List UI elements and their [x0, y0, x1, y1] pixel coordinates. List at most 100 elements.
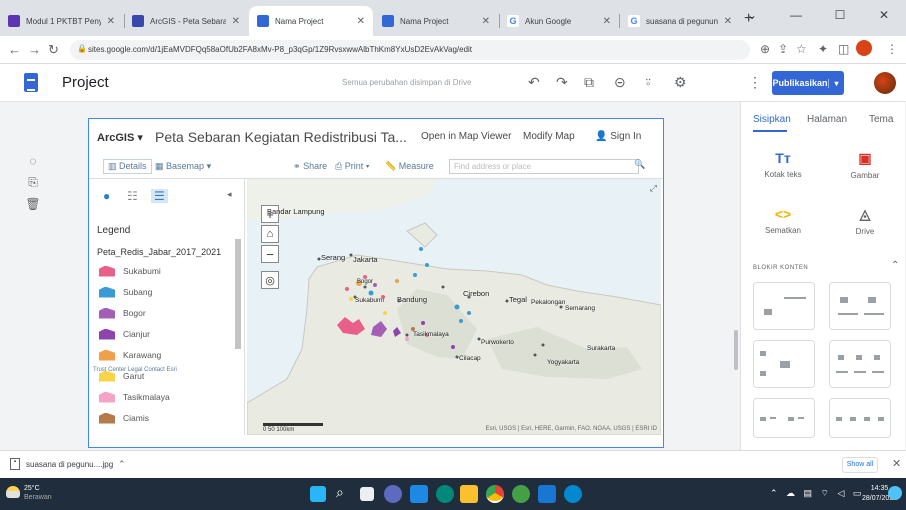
publish-dropdown-icon[interactable]: ▾	[828, 78, 844, 88]
maximize-icon[interactable]: ☐	[818, 0, 862, 30]
widgets-icon[interactable]	[410, 485, 428, 503]
browser-tab[interactable]: Gsuasana di pegunung ✕	[620, 6, 740, 36]
browser-menu-icon[interactable]: ⋮	[886, 42, 898, 56]
telegram-icon[interactable]	[564, 485, 582, 503]
side-panel-icon[interactable]: ◫	[838, 42, 849, 56]
chevron-down-icon[interactable]: ⌄	[730, 0, 774, 30]
close-tab-icon[interactable]: ✕	[482, 16, 490, 27]
insert-drive[interactable]: ◬ Drive	[833, 200, 897, 246]
insert-embed[interactable]: <> Sematkan	[751, 200, 815, 246]
home-button[interactable]: ⌂	[261, 225, 279, 243]
layout-block[interactable]	[753, 340, 815, 388]
search-icon[interactable]: ⌕	[336, 484, 354, 502]
task-view-icon[interactable]	[360, 487, 374, 501]
show-all-button[interactable]: Show all	[842, 457, 878, 473]
preview-icon[interactable]: ⧉	[584, 74, 594, 91]
chevron-up-icon[interactable]: ⌃	[118, 459, 126, 470]
whatsapp-icon[interactable]	[512, 485, 530, 503]
chevron-up-icon[interactable]: ⌃	[891, 260, 899, 271]
footer-links[interactable]: Trust Center Legal Contact Esri	[93, 367, 177, 373]
tab-halaman[interactable]: Halaman	[807, 114, 847, 125]
details-button[interactable]: ▥ Details	[103, 159, 152, 174]
layout-block[interactable]	[829, 340, 891, 388]
minimize-icon[interactable]: —	[774, 0, 818, 30]
measure-button[interactable]: 📏 Measure	[385, 161, 434, 172]
undo-icon[interactable]: ↶	[528, 74, 540, 91]
close-icon[interactable]: ✕	[862, 0, 906, 30]
close-tab-icon[interactable]: ✕	[603, 16, 611, 27]
browser-tab-active[interactable]: Nama Project ✕	[249, 6, 373, 36]
tab-tema[interactable]: Tema	[869, 114, 893, 125]
browser-tab[interactable]: Modul 1 PKTBT Peny ✕	[0, 6, 123, 36]
bookmark-star-icon[interactable]: ☆	[796, 42, 807, 56]
share-icon: ⚭	[293, 161, 301, 171]
more-options-icon[interactable]: ⋮	[748, 74, 762, 91]
notification-icon[interactable]	[888, 486, 902, 500]
user-avatar[interactable]	[874, 72, 896, 94]
forward-icon[interactable]: →	[28, 42, 41, 57]
browser-tab[interactable]: ArcGIS - Peta Sebaran ✕	[124, 6, 248, 36]
close-tab-icon[interactable]: ✕	[232, 16, 240, 27]
close-tab-icon[interactable]: ✕	[107, 16, 115, 27]
fullscreen-icon[interactable]: ⤢	[650, 183, 657, 194]
delete-icon[interactable]: 🗑	[25, 197, 40, 211]
collapse-panel-icon[interactable]: ◂	[227, 189, 232, 200]
palette-icon[interactable]: ◌	[29, 154, 36, 168]
chrome-icon[interactable]	[486, 485, 504, 503]
share-icon[interactable]: ⇪	[778, 42, 788, 56]
share-button[interactable]: ⚭ Share	[293, 161, 327, 172]
map-place-label: Yogyakarta	[547, 359, 580, 366]
tab-sisipkan[interactable]: Sisipkan	[753, 114, 791, 125]
windows-start-icon[interactable]	[310, 486, 326, 502]
reload-icon[interactable]: ↻	[48, 42, 59, 58]
insert-image[interactable]: ▣ Gambar	[833, 144, 897, 190]
insert-text-box[interactable]: Tт Kotak teks	[751, 144, 815, 190]
teams-icon[interactable]	[384, 485, 402, 503]
layout-block[interactable]	[829, 282, 891, 330]
close-icon[interactable]: ✕	[892, 457, 901, 470]
arcgis-logo[interactable]: ArcGIS ▾	[97, 131, 143, 144]
sign-in-link[interactable]: 👤 Sign In	[595, 131, 641, 142]
legend-tab-icon[interactable]: ☰	[151, 189, 168, 203]
redo-icon[interactable]: ↷	[556, 74, 568, 91]
back-icon[interactable]: ←	[8, 42, 21, 57]
file-explorer-icon[interactable]	[460, 485, 478, 503]
browser-tab[interactable]: G Akun Google ✕	[499, 6, 619, 36]
publish-button[interactable]: Publikasikan ▾	[772, 71, 844, 95]
layout-block[interactable]	[753, 282, 815, 330]
install-icon[interactable]: ⊕	[760, 42, 770, 56]
link-icon[interactable]: ⊝	[614, 74, 626, 91]
browser-tab[interactable]: Nama Project ✕	[374, 6, 498, 36]
open-in-map-viewer-link[interactable]: Open in Map Viewer	[421, 131, 511, 142]
content-icon[interactable]: ☷	[127, 189, 138, 203]
about-icon[interactable]: ●	[103, 189, 110, 203]
url-input[interactable]: 🔒 sites.google.com/d/1jEaMVDFQq58aOfUb2FA…	[70, 40, 750, 60]
map-basemap	[247, 179, 661, 435]
canvas-scrollbar[interactable]	[734, 330, 738, 370]
zoom-out-button[interactable]: −	[261, 245, 279, 263]
weather-widget[interactable]: 25°C Berawan	[24, 484, 52, 502]
downloaded-file[interactable]: suasana di pegunu....jpg	[26, 460, 113, 469]
basemap-button[interactable]: ▦ Basemap ▾	[155, 161, 211, 172]
map-place-label: Bandung	[397, 295, 428, 304]
arcgis-map-embed[interactable]: ArcGIS ▾ Peta Sebaran Kegiatan Redistrib…	[88, 118, 664, 448]
find-address-input[interactable]: Find address or place	[449, 159, 639, 174]
settings-gear-icon[interactable]: ⚙	[674, 74, 687, 91]
layout-block[interactable]	[753, 398, 815, 438]
copy-icon[interactable]: ⎘	[28, 175, 38, 190]
search-icon[interactable]: 🔍	[634, 159, 645, 170]
system-tray[interactable]: ⌃ ☁ ▤ ⌔ ◁ ▭	[770, 488, 864, 499]
map-view[interactable]: + ⌂ − ◎ Bandar Lampung Serang Jakarta Bo…	[247, 179, 661, 435]
print-button[interactable]: ⎙ Print ▾	[335, 161, 370, 172]
legend-scrollbar[interactable]	[235, 239, 241, 349]
close-tab-icon[interactable]: ✕	[357, 16, 365, 27]
share-with-others-icon[interactable]: ⍤	[644, 74, 652, 91]
modify-map-link[interactable]: Modify Map	[523, 131, 575, 142]
layout-block[interactable]	[829, 398, 891, 438]
store-icon[interactable]	[538, 485, 556, 503]
locate-button[interactable]: ◎	[261, 271, 279, 289]
edge-icon[interactable]	[436, 485, 454, 503]
page-title[interactable]: Project	[62, 74, 109, 91]
extensions-icon[interactable]: ✦	[818, 42, 828, 56]
profile-avatar[interactable]	[856, 40, 872, 56]
